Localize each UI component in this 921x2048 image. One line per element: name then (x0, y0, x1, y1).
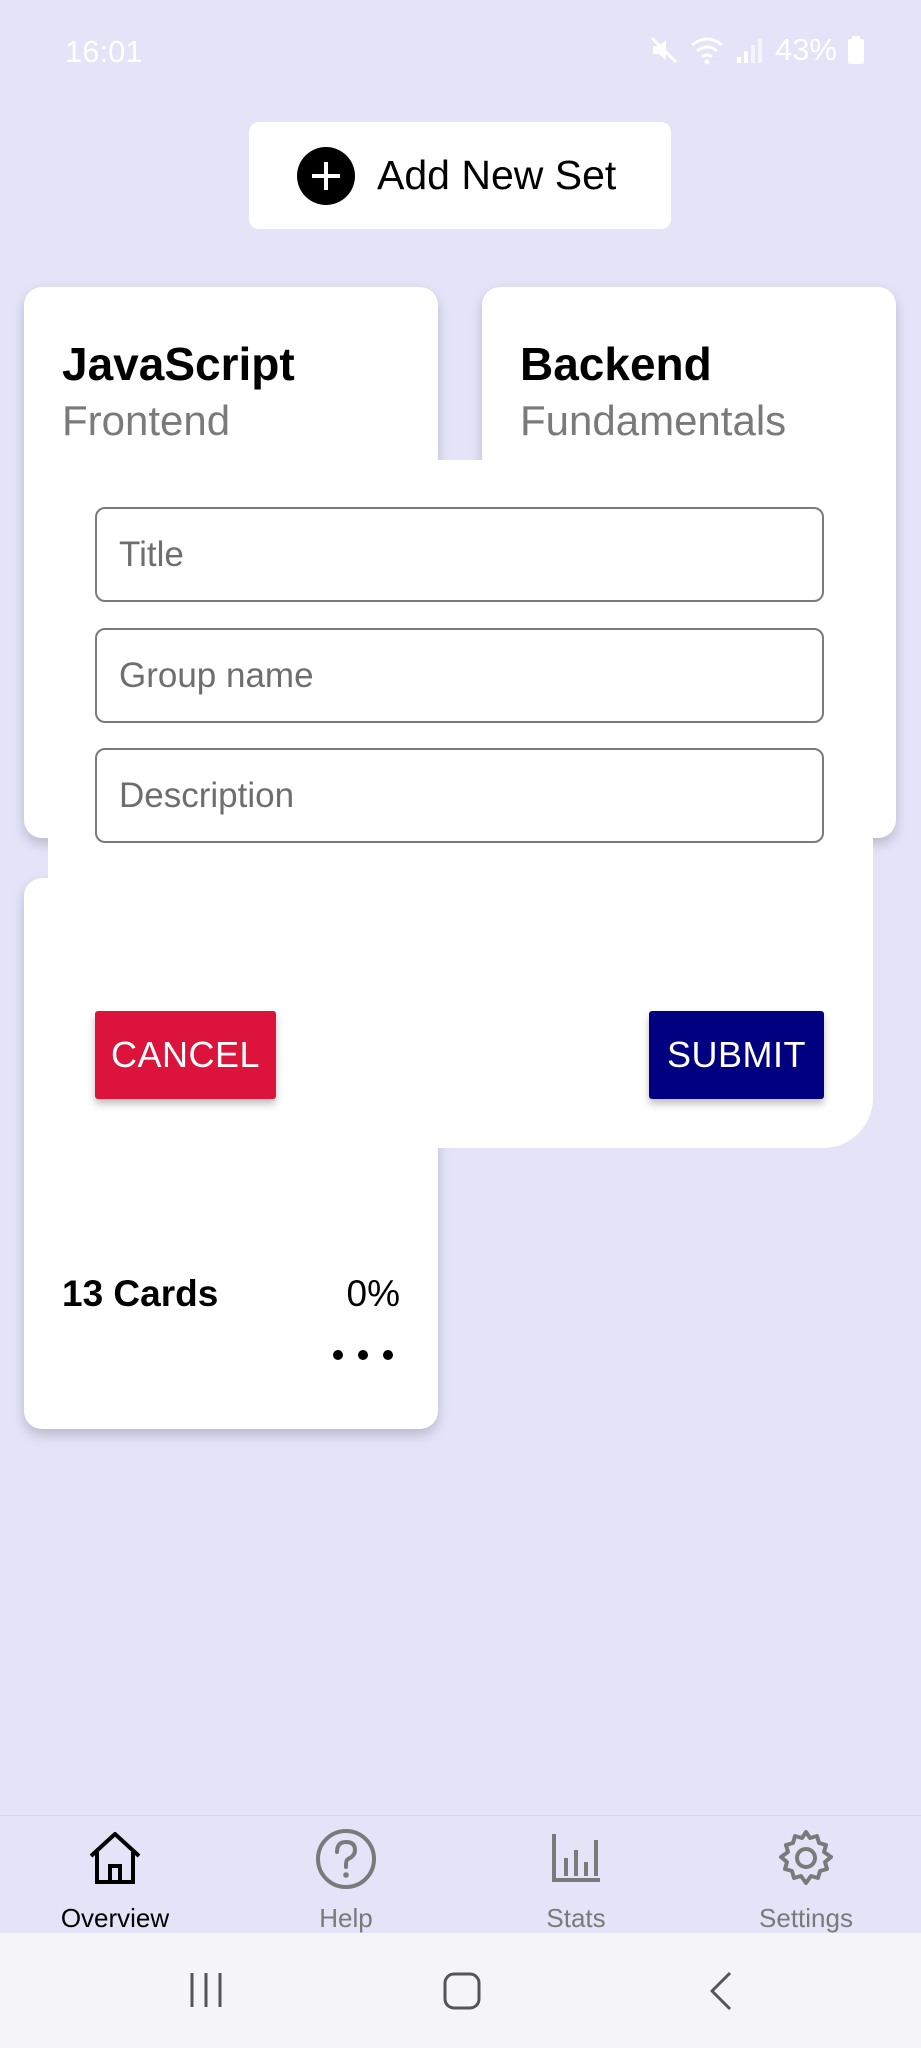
recent-apps-icon[interactable] (188, 1971, 224, 2009)
card-subtitle: Fundamentals (520, 397, 787, 444)
card-title: JavaScript (62, 338, 295, 390)
submit-button[interactable]: SUBMIT (649, 1011, 824, 1099)
add-new-set-button[interactable]: Add New Set (249, 122, 671, 229)
home-icon (89, 1832, 141, 1884)
nav-label: Stats (546, 1903, 606, 1933)
battery-icon (848, 36, 864, 64)
nav-item-stats[interactable]: Stats (476, 1816, 676, 1934)
group-name-field[interactable] (95, 628, 824, 723)
add-new-set-label: Add New Set (377, 152, 617, 198)
card-progress: 0% (346, 1273, 400, 1314)
more-options-icon[interactable] (333, 1345, 393, 1365)
card-subtitle: Frontend (62, 397, 231, 444)
system-nav-bar (0, 1933, 921, 2048)
nav-item-settings[interactable]: Settings (706, 1816, 906, 1934)
status-bar: 16:01 43% (0, 0, 921, 105)
battery-percent: 43% (774, 32, 837, 67)
new-set-form: CANCEL SUBMIT (48, 460, 873, 1148)
home-button-icon[interactable] (442, 1971, 482, 2011)
card-count: 13 Cards (62, 1273, 219, 1314)
signal-icon (736, 39, 762, 63)
cancel-button[interactable]: CANCEL (95, 1011, 276, 1099)
title-field[interactable] (95, 507, 824, 602)
settings-icon (779, 1830, 833, 1885)
status-time: 16:01 (65, 34, 143, 69)
plus-icon (297, 146, 355, 205)
help-icon (316, 1829, 376, 1889)
description-field[interactable] (95, 748, 824, 843)
stats-icon (552, 1834, 600, 1882)
nav-label: Settings (759, 1903, 853, 1933)
status-icons: 43% (649, 32, 865, 68)
bottom-nav: Overview Help Stats Settings (0, 1815, 921, 1933)
nav-label: Overview (60, 1903, 170, 1933)
wifi-icon (691, 37, 723, 65)
back-icon[interactable] (706, 1971, 736, 2011)
nav-item-help[interactable]: Help (246, 1816, 446, 1934)
card-title: Backend (520, 338, 712, 390)
nav-label: Help (319, 1903, 373, 1933)
nav-item-overview[interactable]: Overview (15, 1816, 215, 1934)
mute-icon (650, 36, 678, 64)
